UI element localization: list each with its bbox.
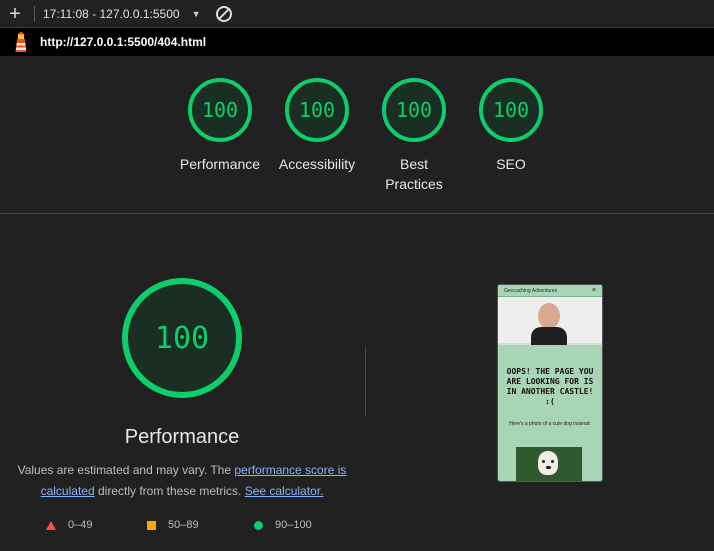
report-url-bar: http://127.0.0.1:5500/404.html (0, 28, 714, 56)
triangle-icon (46, 520, 56, 530)
performance-section: 100 Performance Values are estimated and… (0, 214, 714, 551)
thumbnail-site-title: Geocaching Adventures (504, 287, 558, 294)
score-legend: 0–49 50–89 90–100 (0, 519, 360, 533)
add-report-button[interactable]: + (0, 0, 30, 28)
person-head-shape (538, 303, 560, 329)
description-text: Values are estimated and may vary. The (17, 463, 235, 477)
thumbnail-subtext: Here's a photo of a cute dog instead: (509, 421, 591, 427)
legend-fail: 0–49 (46, 519, 92, 531)
description-text: directly from these metrics. (94, 484, 245, 498)
report-selector[interactable]: 17:11:08 - 127.0.0.1:5500 ▼ (43, 7, 200, 21)
legend-pass: 90–100 (254, 519, 312, 531)
dog-nose-shape (546, 466, 551, 469)
gauge-label: Accessibility (278, 156, 356, 172)
legend-average: 50–89 (147, 519, 199, 531)
square-icon (147, 520, 156, 530)
performance-score-gauge: 100 (122, 278, 242, 398)
menu-icon: ≡ (591, 287, 596, 294)
dog-eye-shape (551, 460, 554, 463)
dog-eye-shape (542, 460, 545, 463)
scores-summary: 100 Performance 100 Accessibility 100 Be… (0, 56, 714, 214)
thumbnail-person-photo (498, 297, 602, 345)
report-selector-label: 17:11:08 - 127.0.0.1:5500 (43, 6, 180, 21)
thumbnail-dog-photo (516, 447, 582, 481)
see-calculator-link[interactable]: See calculator. (245, 484, 324, 498)
gauge-score: 100 (382, 78, 446, 142)
devtools-toolbar: + 17:11:08 - 127.0.0.1:5500 ▼ (0, 0, 714, 28)
gauge-label: SEO (496, 156, 526, 172)
legend-fail-label: 0–49 (68, 519, 93, 531)
dog-face-shape (538, 451, 558, 475)
performance-description: Values are estimated and may vary. The p… (12, 460, 352, 502)
gauge-score: 100 (188, 78, 252, 142)
gauge-best-practices[interactable]: 100 Best Practices (366, 78, 462, 194)
thumbnail-navbar: Geocaching Adventures ≡ (498, 285, 602, 297)
report-url[interactable]: http://127.0.0.1:5500/404.html (40, 35, 206, 49)
gauge-performance[interactable]: 100 Performance (172, 78, 268, 174)
toolbar-divider (34, 5, 35, 22)
chevron-down-icon: ▼ (191, 8, 201, 19)
gauge-label: Performance (179, 156, 261, 172)
gauge-label: Best Practices (385, 156, 443, 192)
thumbnail-heading: OOPS! THE PAGE YOU ARE LOOKING FOR IS IN… (506, 367, 594, 406)
performance-title: Performance (124, 426, 240, 448)
circle-icon (254, 520, 263, 530)
gauge-seo[interactable]: 100 SEO (463, 78, 559, 174)
person-body-shape (531, 327, 567, 345)
legend-average-label: 50–89 (168, 519, 199, 531)
gauge-accessibility[interactable]: 100 Accessibility (269, 78, 365, 174)
gauge-score: 100 (285, 78, 349, 142)
section-divider (365, 346, 366, 416)
lighthouse-logo-icon (15, 31, 27, 52)
legend-pass-label: 90–100 (275, 519, 312, 531)
clear-all-icon[interactable] (216, 5, 233, 22)
final-screenshot-thumbnail[interactable]: Geocaching Adventures ≡ OOPS! THE PAGE Y… (497, 284, 603, 482)
gauge-score: 100 (479, 78, 543, 142)
